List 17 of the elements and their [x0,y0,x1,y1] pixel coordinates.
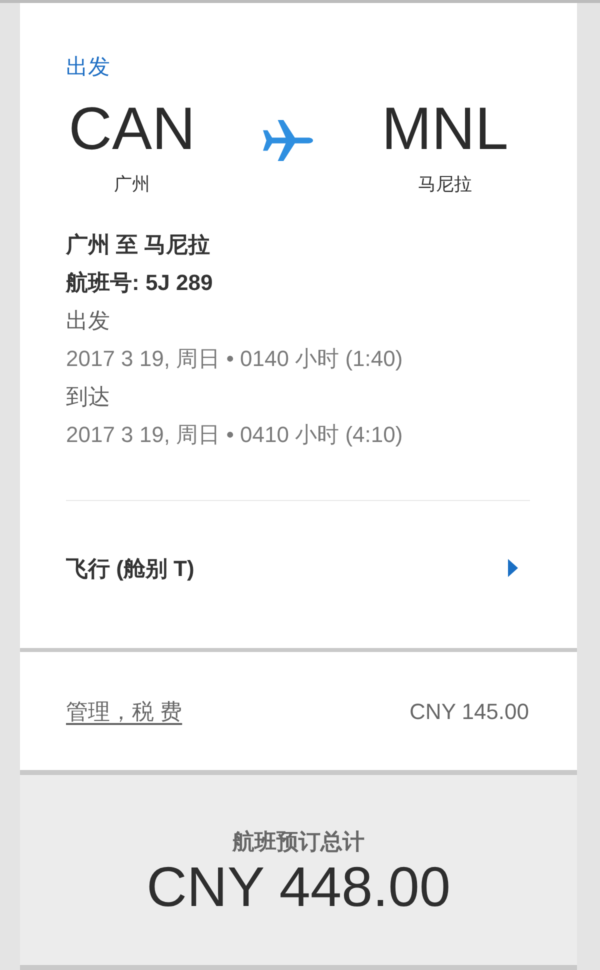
route-title: 广州 至 马尼拉 [66,231,212,259]
schedule-datetime: 2017 3 19, 周日 • 0410 小时 (4:10) [66,421,404,449]
airplane-icon [263,120,313,161]
airport-code: MNL [382,98,508,160]
fees-link[interactable]: 管理，税 费 [66,694,182,728]
total-amount: CNY 448.00 [146,857,451,917]
schedule-datetime: 2017 3 19, 周日 • 0140 小时 (1:40) [66,345,404,373]
city-name: 广州 [114,173,150,196]
fare-class-button[interactable]: 飞行 (舱别 T) [66,548,530,588]
schedule-label: 出发 [66,307,111,335]
schedule-label: 到达 [66,383,111,411]
total-label: 航班预订总计 [232,828,364,856]
flight-number: 航班号: 5J 289 [66,269,214,297]
airport-code: CAN [68,98,196,160]
departure-label: 出发 [66,53,111,81]
city-name: 马尼拉 [418,173,472,196]
fee-amount: CNY 145.00 [410,698,529,726]
